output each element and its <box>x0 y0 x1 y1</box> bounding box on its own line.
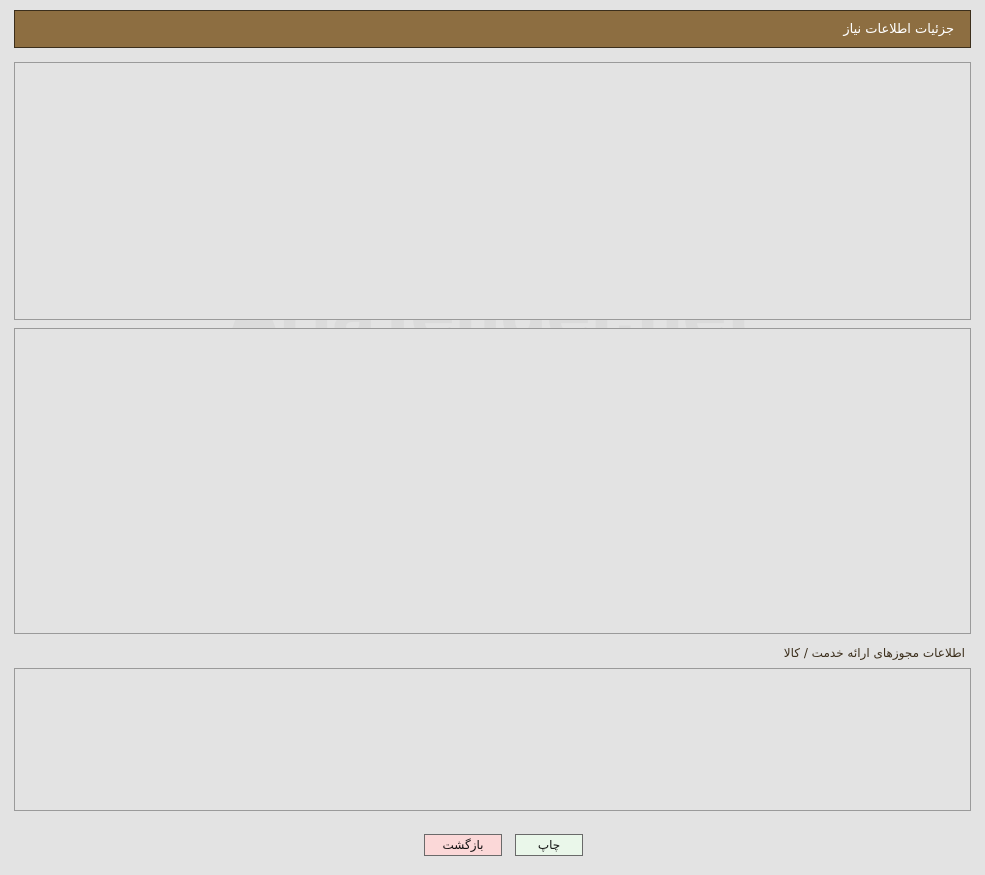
description-panel <box>14 328 971 634</box>
page-header: جزئیات اطلاعات نیاز <box>14 10 971 48</box>
print-button[interactable]: چاپ <box>515 834 583 856</box>
permits-caption: اطلاعات مجوزهای ارائه خدمت / کالا <box>783 646 965 660</box>
need-info-panel <box>14 62 971 320</box>
back-button[interactable]: بازگشت <box>424 834 502 856</box>
permits-panel <box>14 668 971 811</box>
page-title: جزئیات اطلاعات نیاز <box>843 21 954 37</box>
